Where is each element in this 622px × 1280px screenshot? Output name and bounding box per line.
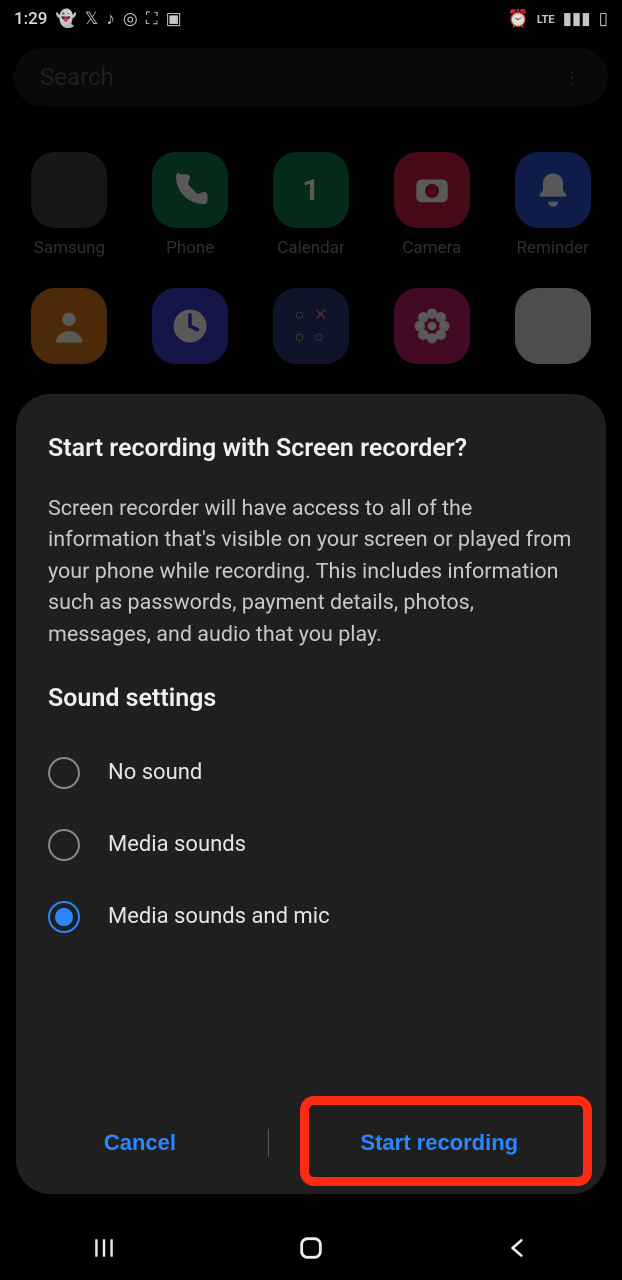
cancel-button[interactable]: Cancel: [84, 1118, 196, 1168]
dialog-actions: Cancel Start recording: [48, 1098, 574, 1168]
status-bar: 1:29 👻 𝕏 ♪ ◎ ⛶ ▣ ⏰ LTE ▮▮▮ ▯: [0, 0, 622, 38]
navigation-bar: [0, 1216, 622, 1280]
option-media-and-mic[interactable]: Media sounds and mic: [48, 881, 574, 953]
radio-label: Media sounds and mic: [108, 904, 330, 929]
option-no-sound[interactable]: No sound: [48, 737, 574, 809]
back-button[interactable]: [468, 1228, 568, 1268]
action-separator: [268, 1129, 269, 1157]
screen-recorder-dialog: Start recording with Screen recorder? Sc…: [16, 394, 606, 1194]
image-icon: ▣: [166, 9, 182, 29]
recents-button[interactable]: [54, 1228, 154, 1268]
lte-icon: LTE: [537, 13, 555, 26]
battery-icon: ▯: [599, 9, 608, 29]
status-time: 1:29: [14, 9, 47, 29]
radio-icon-selected: [48, 901, 80, 933]
x-icon: 𝕏: [85, 9, 99, 29]
sound-settings-heading: Sound settings: [48, 684, 574, 713]
radio-label: Media sounds: [108, 832, 246, 857]
alarm-icon: ⏰: [508, 9, 529, 29]
frame-icon: ⛶: [146, 9, 158, 29]
option-media-sounds[interactable]: Media sounds: [48, 809, 574, 881]
radio-icon: [48, 757, 80, 789]
instagram-icon: ◎: [123, 9, 138, 29]
signal-icon: ▮▮▮: [563, 9, 591, 29]
radio-icon: [48, 829, 80, 861]
snapchat-icon: 👻: [55, 9, 76, 29]
start-recording-button[interactable]: Start recording: [340, 1118, 538, 1168]
sound-options: No sound Media sounds Media sounds and m…: [48, 737, 574, 953]
radio-label: No sound: [108, 760, 202, 785]
dialog-title: Start recording with Screen recorder?: [48, 434, 574, 463]
home-button[interactable]: [261, 1228, 361, 1268]
music-icon: ♪: [106, 9, 115, 29]
dialog-body: Screen recorder will have access to all …: [48, 493, 574, 650]
